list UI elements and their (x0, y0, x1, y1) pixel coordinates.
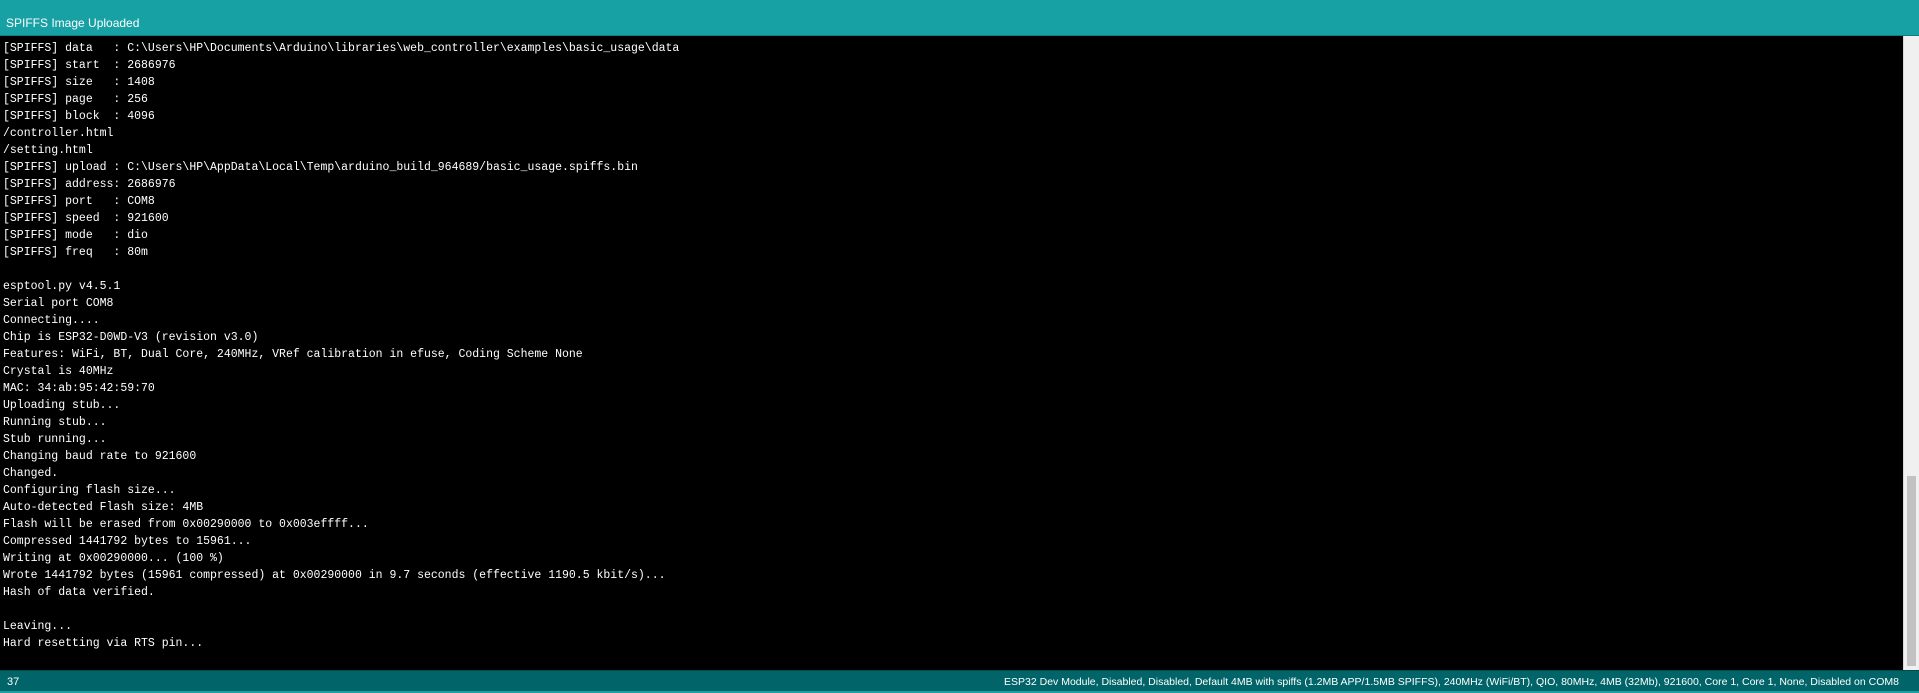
upload-status-message: SPIFFS Image Uploaded (6, 16, 140, 30)
console-line: Hash of data verified. (3, 586, 155, 599)
console-line: Flash will be erased from 0x00290000 to … (3, 518, 369, 531)
console-line: Changed. (3, 467, 59, 480)
console-line: [SPIFFS] port : COM8 (3, 195, 155, 208)
console-line: Wrote 1441792 bytes (15961 compressed) a… (3, 569, 666, 582)
console-line: Changing baud rate to 921600 (3, 450, 197, 463)
console-line: Running stub... (3, 416, 107, 429)
console-line: [SPIFFS] size : 1408 (3, 76, 155, 89)
console-line: [SPIFFS] data : C:\Users\HP\Documents\Ar… (3, 42, 680, 55)
console-line: [SPIFFS] page : 256 (3, 93, 148, 106)
console-line: /controller.html (3, 127, 114, 140)
console-line: MAC: 34:ab:95:42:59:70 (3, 382, 155, 395)
console-lines: [SPIFFS] data : C:\Users\HP\Documents\Ar… (3, 40, 679, 652)
console-line: Leaving... (3, 620, 73, 633)
scrollbar-thumb[interactable] (1907, 476, 1916, 666)
console-line: Serial port COM8 (3, 297, 114, 310)
console-line: [SPIFFS] speed : 921600 (3, 212, 169, 225)
board-info: ESP32 Dev Module, Disabled, Disabled, De… (1004, 676, 1899, 688)
console-line: [SPIFFS] upload : C:\Users\HP\AppData\Lo… (3, 161, 638, 174)
console-line: Auto-detected Flash size: 4MB (3, 501, 204, 514)
console-line: Writing at 0x00290000... (100 %) (3, 552, 224, 565)
console-line: esptool.py v4.5.1 (3, 280, 121, 293)
console-line: Features: WiFi, BT, Dual Core, 240MHz, V… (3, 348, 583, 361)
console-line: Configuring flash size... (3, 484, 176, 497)
console-line: Connecting.... (3, 314, 100, 327)
console-line: Stub running... (3, 433, 107, 446)
console-line: Uploading stub... (3, 399, 121, 412)
status-bar: 37 ESP32 Dev Module, Disabled, Disabled,… (0, 670, 1919, 693)
console-line: [SPIFFS] address: 2686976 (3, 178, 176, 191)
upload-status-header: SPIFFS Image Uploaded (0, 0, 1919, 36)
console-line: [SPIFFS] mode : dio (3, 229, 148, 242)
console-line: /setting.html (3, 144, 93, 157)
console-line: [SPIFFS] freq : 80m (3, 246, 148, 259)
console-line: Compressed 1441792 bytes to 15961... (3, 535, 252, 548)
console-line: [SPIFFS] start : 2686976 (3, 59, 176, 72)
console-line: Crystal is 40MHz (3, 365, 114, 378)
console-scrollbar[interactable] (1903, 36, 1919, 670)
console-line: Hard resetting via RTS pin... (3, 637, 204, 650)
console-output[interactable]: [SPIFFS] data : C:\Users\HP\Documents\Ar… (0, 36, 1903, 670)
console-line: Chip is ESP32-D0WD-V3 (revision v3.0) (3, 331, 259, 344)
line-number: 37 (7, 676, 20, 688)
console-line: [SPIFFS] block : 4096 (3, 110, 155, 123)
